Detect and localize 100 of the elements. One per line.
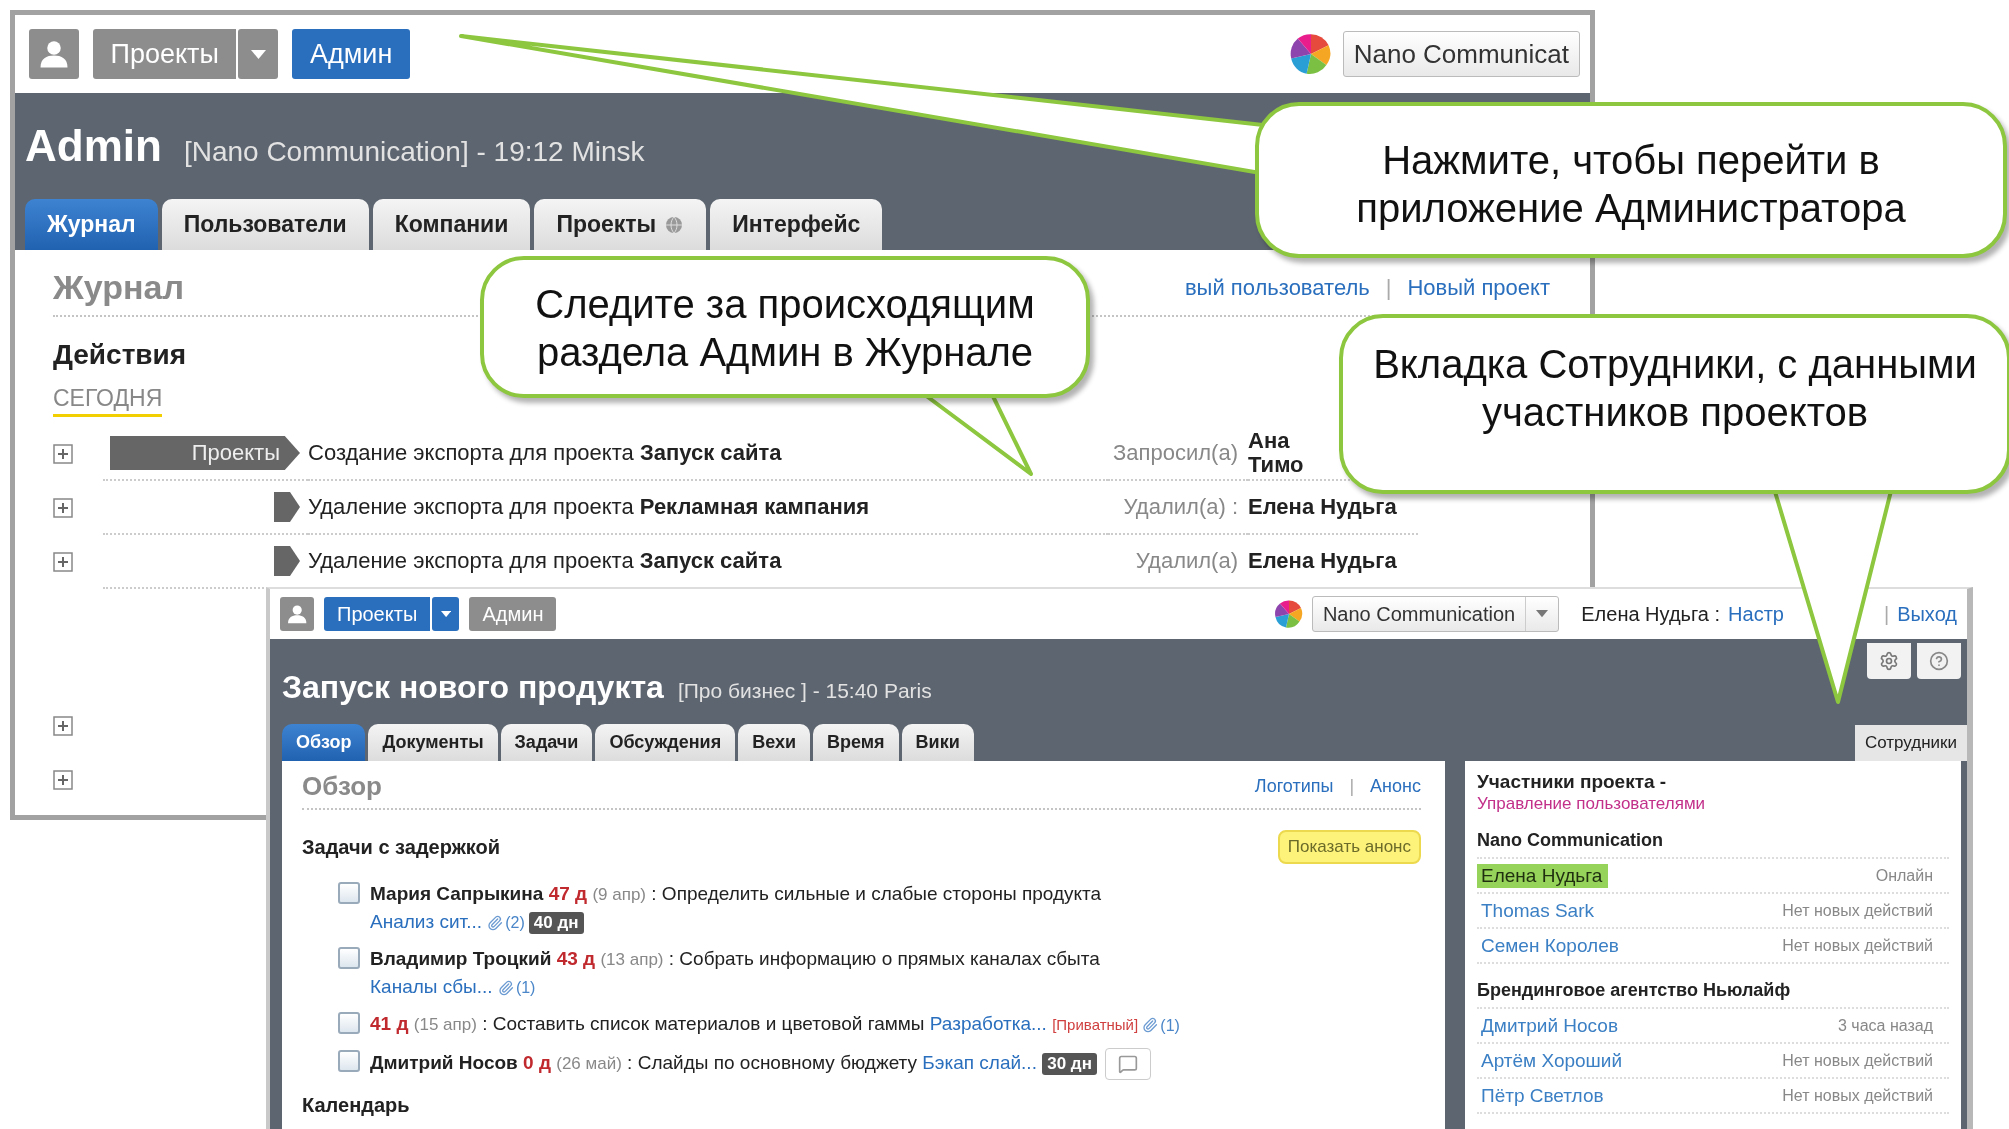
action-label: Удалил(а) bbox=[1135, 548, 1238, 574]
show-announcement-button[interactable]: Показать анонс bbox=[1277, 830, 1421, 864]
logout-link[interactable]: Выход bbox=[1897, 602, 1957, 626]
task-checkbox[interactable] bbox=[338, 882, 360, 904]
tab[interactable]: Задачи bbox=[500, 724, 593, 761]
member-name[interactable]: Thomas Sark bbox=[1477, 898, 1600, 923]
expand-icon[interactable] bbox=[53, 498, 73, 518]
person-name: Ана Тимо bbox=[1248, 428, 1305, 478]
section-heading: Календарь bbox=[302, 1094, 411, 1117]
attachment-count[interactable]: (1) bbox=[1142, 1013, 1180, 1037]
link-separator: | bbox=[1385, 274, 1392, 301]
person-name: Елена Нудьга bbox=[1248, 548, 1397, 574]
task-link[interactable]: Анализ сит... bbox=[370, 910, 482, 932]
help-button[interactable] bbox=[1917, 643, 1961, 679]
manage-users-link[interactable]: Управление пользователями bbox=[1477, 793, 1706, 815]
company-name: Nano Communication bbox=[1477, 830, 1949, 860]
tab[interactable]: Проекты bbox=[534, 199, 707, 250]
private-label: [Приватный] bbox=[1052, 1016, 1140, 1034]
due-date: (26 май) bbox=[556, 1054, 622, 1074]
company-selector[interactable]: Nano Communicat bbox=[1342, 31, 1580, 77]
new-project-link[interactable]: Новый проект bbox=[1407, 274, 1550, 301]
company-dropdown[interactable]: Nano Communication bbox=[1311, 596, 1560, 632]
caret-icon bbox=[440, 610, 451, 618]
member-name[interactable]: Семен Королев bbox=[1477, 933, 1625, 958]
task-text: : Собрать информацию о прямых каналах сбыта bbox=[668, 948, 1100, 970]
tab[interactable]: Обзор bbox=[282, 724, 366, 761]
task-text: : Составить список материалов и цветовой гаммы bbox=[482, 1013, 925, 1035]
tab[interactable]: Документы bbox=[368, 724, 498, 761]
user-button[interactable] bbox=[280, 597, 314, 631]
caret-icon bbox=[1536, 610, 1549, 618]
sidebar-tab[interactable]: Сотрудники bbox=[1854, 725, 1967, 761]
tab[interactable]: Обсуждения bbox=[595, 724, 736, 761]
user-name: Елена Нудьга : bbox=[1581, 602, 1721, 626]
person-name: Елена Нудьга bbox=[1248, 494, 1397, 520]
task-link[interactable]: Каналы сбы... bbox=[370, 975, 493, 997]
expand-icon[interactable] bbox=[53, 770, 73, 790]
window-subtitle: [Nano Communication] - 19:12 Minsk bbox=[183, 136, 645, 168]
project-subtitle: [Про бизнес ] - 15:40 Paris bbox=[677, 679, 932, 703]
day-label: СЕГОДНЯ bbox=[53, 385, 163, 417]
task-checkbox[interactable] bbox=[338, 1012, 360, 1035]
log-entry: Удаление экспорта для проекта Запуск сайта bbox=[308, 548, 782, 574]
days-late: 43 д bbox=[556, 948, 596, 970]
attachment-count[interactable]: (1) bbox=[497, 976, 536, 1000]
logo-icon bbox=[1288, 32, 1333, 76]
due-date: (9 апр) bbox=[592, 885, 646, 904]
days-late: 47 д bbox=[548, 883, 588, 904]
settings-icon bbox=[1879, 651, 1899, 671]
settings-link[interactable]: Настр bbox=[1728, 602, 1784, 626]
member-status: Нет новых действий bbox=[1782, 901, 1933, 920]
task-checkbox[interactable] bbox=[338, 1050, 360, 1072]
nav-button[interactable]: Проекты bbox=[324, 597, 431, 631]
member-name[interactable]: Артём Хороший bbox=[1477, 1048, 1629, 1073]
panel-title: Участники проекта bbox=[1477, 771, 1656, 792]
action-label: Удалил(а) : bbox=[1123, 494, 1238, 520]
tab[interactable]: Время bbox=[813, 724, 899, 761]
expand-icon[interactable] bbox=[53, 444, 73, 464]
member-name[interactable]: Пётр Светлов bbox=[1477, 1083, 1610, 1108]
tab[interactable]: Вики bbox=[901, 724, 974, 761]
log-entry: Удаление экспорта для проекта Рекламная кампания bbox=[308, 494, 870, 520]
member-name[interactable]: Дмитрий Носов bbox=[1477, 1013, 1624, 1038]
announcement-link[interactable]: Анонс bbox=[1370, 776, 1421, 797]
tab[interactable]: Интерфейс bbox=[710, 199, 883, 250]
tab[interactable]: Компании bbox=[372, 199, 531, 250]
tab[interactable]: Журнал bbox=[25, 199, 158, 250]
caret-icon bbox=[250, 49, 266, 59]
expand-icon[interactable] bbox=[53, 552, 73, 572]
log-entry: Создание экспорта для проекта Запуск сайта bbox=[308, 440, 782, 466]
logos-link[interactable]: Логотипы bbox=[1254, 776, 1334, 797]
dropdown-button[interactable] bbox=[432, 597, 460, 631]
attachment-count[interactable]: (2) bbox=[487, 911, 525, 935]
company-name: Брендинговое агентство Ньюлайф bbox=[1477, 980, 1949, 1010]
section-heading: Задачи с задержкой bbox=[302, 835, 501, 859]
user-icon bbox=[39, 39, 69, 69]
new-user-link[interactable]: вый пользователь bbox=[1184, 274, 1370, 301]
assignee-name: Владимир Троцкий bbox=[370, 948, 553, 970]
member-status: Нет новых действий bbox=[1782, 1086, 1933, 1105]
dropdown-button[interactable] bbox=[238, 29, 279, 79]
title-separator: - bbox=[1659, 771, 1667, 792]
task-link[interactable]: Бэкап слай... bbox=[922, 1052, 1037, 1074]
tab[interactable]: Пользователи bbox=[161, 199, 369, 250]
user-button[interactable] bbox=[29, 29, 79, 79]
member-status: 3 часа назад bbox=[1837, 1016, 1933, 1035]
nav-button[interactable]: Админ bbox=[469, 597, 557, 631]
member-name[interactable]: Елена Нудьга bbox=[1477, 863, 1609, 888]
task-checkbox[interactable] bbox=[338, 947, 360, 970]
paperclip-icon bbox=[497, 979, 514, 996]
action-label: Запросил(а) bbox=[1113, 440, 1238, 466]
tab[interactable]: Вехи bbox=[738, 724, 810, 761]
duration-badge: 30 дн bbox=[1042, 1053, 1097, 1076]
member-status: Онлайн bbox=[1875, 866, 1933, 885]
settings-button[interactable] bbox=[1867, 643, 1911, 679]
comment-button[interactable] bbox=[1104, 1048, 1151, 1080]
window-title: Admin bbox=[25, 121, 162, 171]
task-link[interactable]: Разработка... bbox=[929, 1013, 1047, 1035]
due-date: (15 апр) bbox=[413, 1015, 477, 1035]
nav-button[interactable]: Админ bbox=[292, 29, 410, 79]
comment-icon bbox=[1117, 1054, 1138, 1074]
logo-icon bbox=[1273, 599, 1304, 629]
expand-icon[interactable] bbox=[53, 716, 73, 736]
nav-button[interactable]: Проекты bbox=[93, 29, 237, 79]
